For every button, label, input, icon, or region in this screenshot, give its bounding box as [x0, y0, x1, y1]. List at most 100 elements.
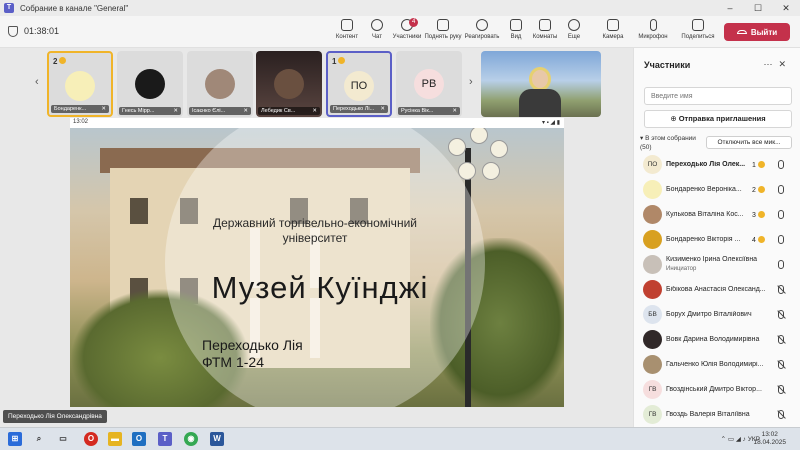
mic-off-icon: ✕	[243, 108, 248, 114]
participant-row[interactable]: Бондаренко Вероніка... 2	[634, 177, 800, 202]
maximize-button[interactable]: ☐	[744, 0, 772, 16]
task-view-icon[interactable]: ▭	[56, 432, 70, 446]
content-icon	[341, 19, 353, 31]
mic-off-icon: ✕	[101, 106, 106, 112]
windows-start-icon[interactable]: ⊞	[8, 432, 22, 446]
avatar: ПО	[643, 155, 662, 174]
smiley-icon	[476, 19, 488, 31]
participant-name: Кизименко Ірина Олексіївна	[666, 256, 758, 263]
participant-row[interactable]: ГВ Гвоздь Валерія Віталіївна	[634, 402, 800, 427]
avatar	[205, 69, 235, 99]
teams-taskbar-icon[interactable]: T	[158, 432, 172, 446]
microphone-icon	[778, 210, 784, 219]
avatar	[643, 180, 662, 199]
participant-row[interactable]: Кулькова Віталіна Кос... 3	[634, 202, 800, 227]
clock[interactable]: 13:02 18.04.2025	[753, 431, 786, 447]
camera-button[interactable]: Камера	[593, 19, 633, 47]
more-icon[interactable]: ⋯	[763, 59, 778, 69]
participant-name: Гвоздь Валерія Віталіївна	[666, 411, 750, 418]
share-button[interactable]: Поделиться	[678, 19, 718, 47]
window-controls: – ☐ ✕	[716, 0, 800, 16]
raised-hand-icon: 1	[752, 161, 765, 169]
close-window-button[interactable]: ✕	[772, 0, 800, 16]
close-icon[interactable]: ✕	[778, 59, 792, 69]
participants-button[interactable]: 4 Участники	[387, 18, 427, 47]
opera-icon[interactable]: O	[84, 432, 98, 446]
participant-row[interactable]: ПО Переходько Лія Олек... 1	[634, 152, 800, 177]
leave-button[interactable]: Выйти	[724, 23, 790, 41]
participant-name: Гальченко Юлія Володимирі...	[666, 361, 764, 368]
participant-video-tile[interactable]: Лебедик Св... ✕	[256, 51, 322, 117]
participant-row[interactable]: Кизименко Ірина Олексіївна Инициатор	[634, 252, 800, 277]
outlook-icon[interactable]: O	[132, 432, 146, 446]
search-icon[interactable]: ⌕	[32, 432, 46, 446]
slide-title: Музей Куїнджі	[211, 270, 429, 305]
person-video	[519, 67, 561, 117]
microphone-icon	[778, 185, 784, 194]
avatar: ГВ	[643, 380, 662, 399]
microphone-icon	[778, 160, 784, 169]
participant-tile[interactable]: 2 Бондаренк... ✕	[47, 51, 113, 117]
participant-tile[interactable]: Гнесь Мірр... ✕	[117, 51, 183, 117]
phone-hangup-icon	[736, 30, 747, 34]
participant-row[interactable]: Бондаренко Вікторія ... 4	[634, 227, 800, 252]
participant-row[interactable]: Вовк Дарина Володимирівна	[634, 327, 800, 352]
avatar: ПО	[344, 71, 374, 101]
slide-time: 13:02	[73, 119, 89, 125]
rooms-icon	[539, 19, 551, 31]
word-icon[interactable]: W	[210, 432, 224, 446]
status-icons: ▾ ▪ ◢ ▮	[541, 120, 560, 126]
raise-hand-button[interactable]: Поднять руку	[423, 19, 463, 47]
raised-hand-icon: 3	[752, 211, 765, 219]
window-title: Собрание в канале "General"	[20, 3, 129, 13]
section-header[interactable]: ▾ В этом собрании (50)	[640, 134, 696, 152]
participant-row[interactable]: ГВ Гвоздінський Дмитро Віктор...	[634, 377, 800, 402]
title-bar: T Собрание в канале "General" – ☐ ✕	[0, 0, 800, 16]
mic-off-icon	[778, 335, 784, 344]
participant-list: ПО Переходько Лія Олек... 1 Бондаренко Веро…	[634, 152, 800, 427]
chevron-up-icon: ⌃	[720, 436, 727, 443]
avatar	[643, 255, 662, 274]
microphone-button[interactable]: Микрофон	[633, 19, 673, 47]
search-input[interactable]	[644, 87, 792, 105]
minimize-button[interactable]: –	[716, 0, 744, 16]
file-explorer-icon[interactable]: ▬	[108, 432, 122, 446]
panel-controls: ⋯✕	[763, 59, 792, 70]
panel-title: Участники	[644, 60, 691, 70]
avatar	[643, 355, 662, 374]
avatar	[274, 69, 304, 99]
participant-row[interactable]: Бібікова Анастасія Олександ...	[634, 277, 800, 302]
hand-icon	[437, 19, 449, 31]
avatar: ГВ	[643, 405, 662, 424]
participant-name: Бібікова Анастасія Олександ...	[666, 286, 766, 293]
participants-panel: Участники ⋯✕ Отправка приглашения ▾ В эт…	[633, 48, 800, 427]
more-button[interactable]: Еще	[554, 19, 594, 47]
microphone-icon	[649, 19, 657, 31]
participant-name: Борух Дмитро Віталійович	[666, 311, 752, 318]
participant-name: Гвоздінський Дмитро Віктор...	[666, 386, 762, 393]
mic-off-icon	[778, 360, 784, 369]
raised-hand-icon: 4	[752, 236, 765, 244]
chrome-icon[interactable]: ◉	[184, 432, 198, 446]
camera-icon	[607, 19, 619, 31]
strip-prev-icon[interactable]: ‹	[35, 76, 39, 88]
participant-row[interactable]: БВ Борух Дмитро Віталійович	[634, 302, 800, 327]
teams-icon: T	[4, 3, 14, 13]
participant-tile[interactable]: РВ Русінка Вік... ✕	[396, 51, 462, 117]
shield-icon	[8, 26, 18, 37]
invite-button[interactable]: Отправка приглашения	[644, 110, 792, 128]
share-icon	[692, 19, 704, 31]
mute-all-button[interactable]: Отключить все мик...	[706, 136, 792, 149]
microphone-icon	[778, 235, 784, 244]
mic-off-icon	[778, 310, 784, 319]
participant-tile[interactable]: Ісаєнко Єлі... ✕	[187, 51, 253, 117]
meeting-toolbar: 01:38:01 Контент Чат 4 Участники Поднять…	[0, 16, 800, 48]
participant-tile[interactable]: 1 ПО Переходько Лі... ✕	[326, 51, 392, 117]
mic-off-icon	[778, 285, 784, 294]
shared-presentation: Державний торгівельно-економічний універ…	[70, 128, 564, 407]
participant-row[interactable]: Гальченко Юлія Володимирі...	[634, 352, 800, 377]
avatar	[135, 69, 165, 99]
participant-role: Инициатор	[666, 266, 697, 272]
mic-off-icon: ✕	[380, 106, 385, 112]
strip-next-icon[interactable]: ›	[469, 76, 473, 88]
